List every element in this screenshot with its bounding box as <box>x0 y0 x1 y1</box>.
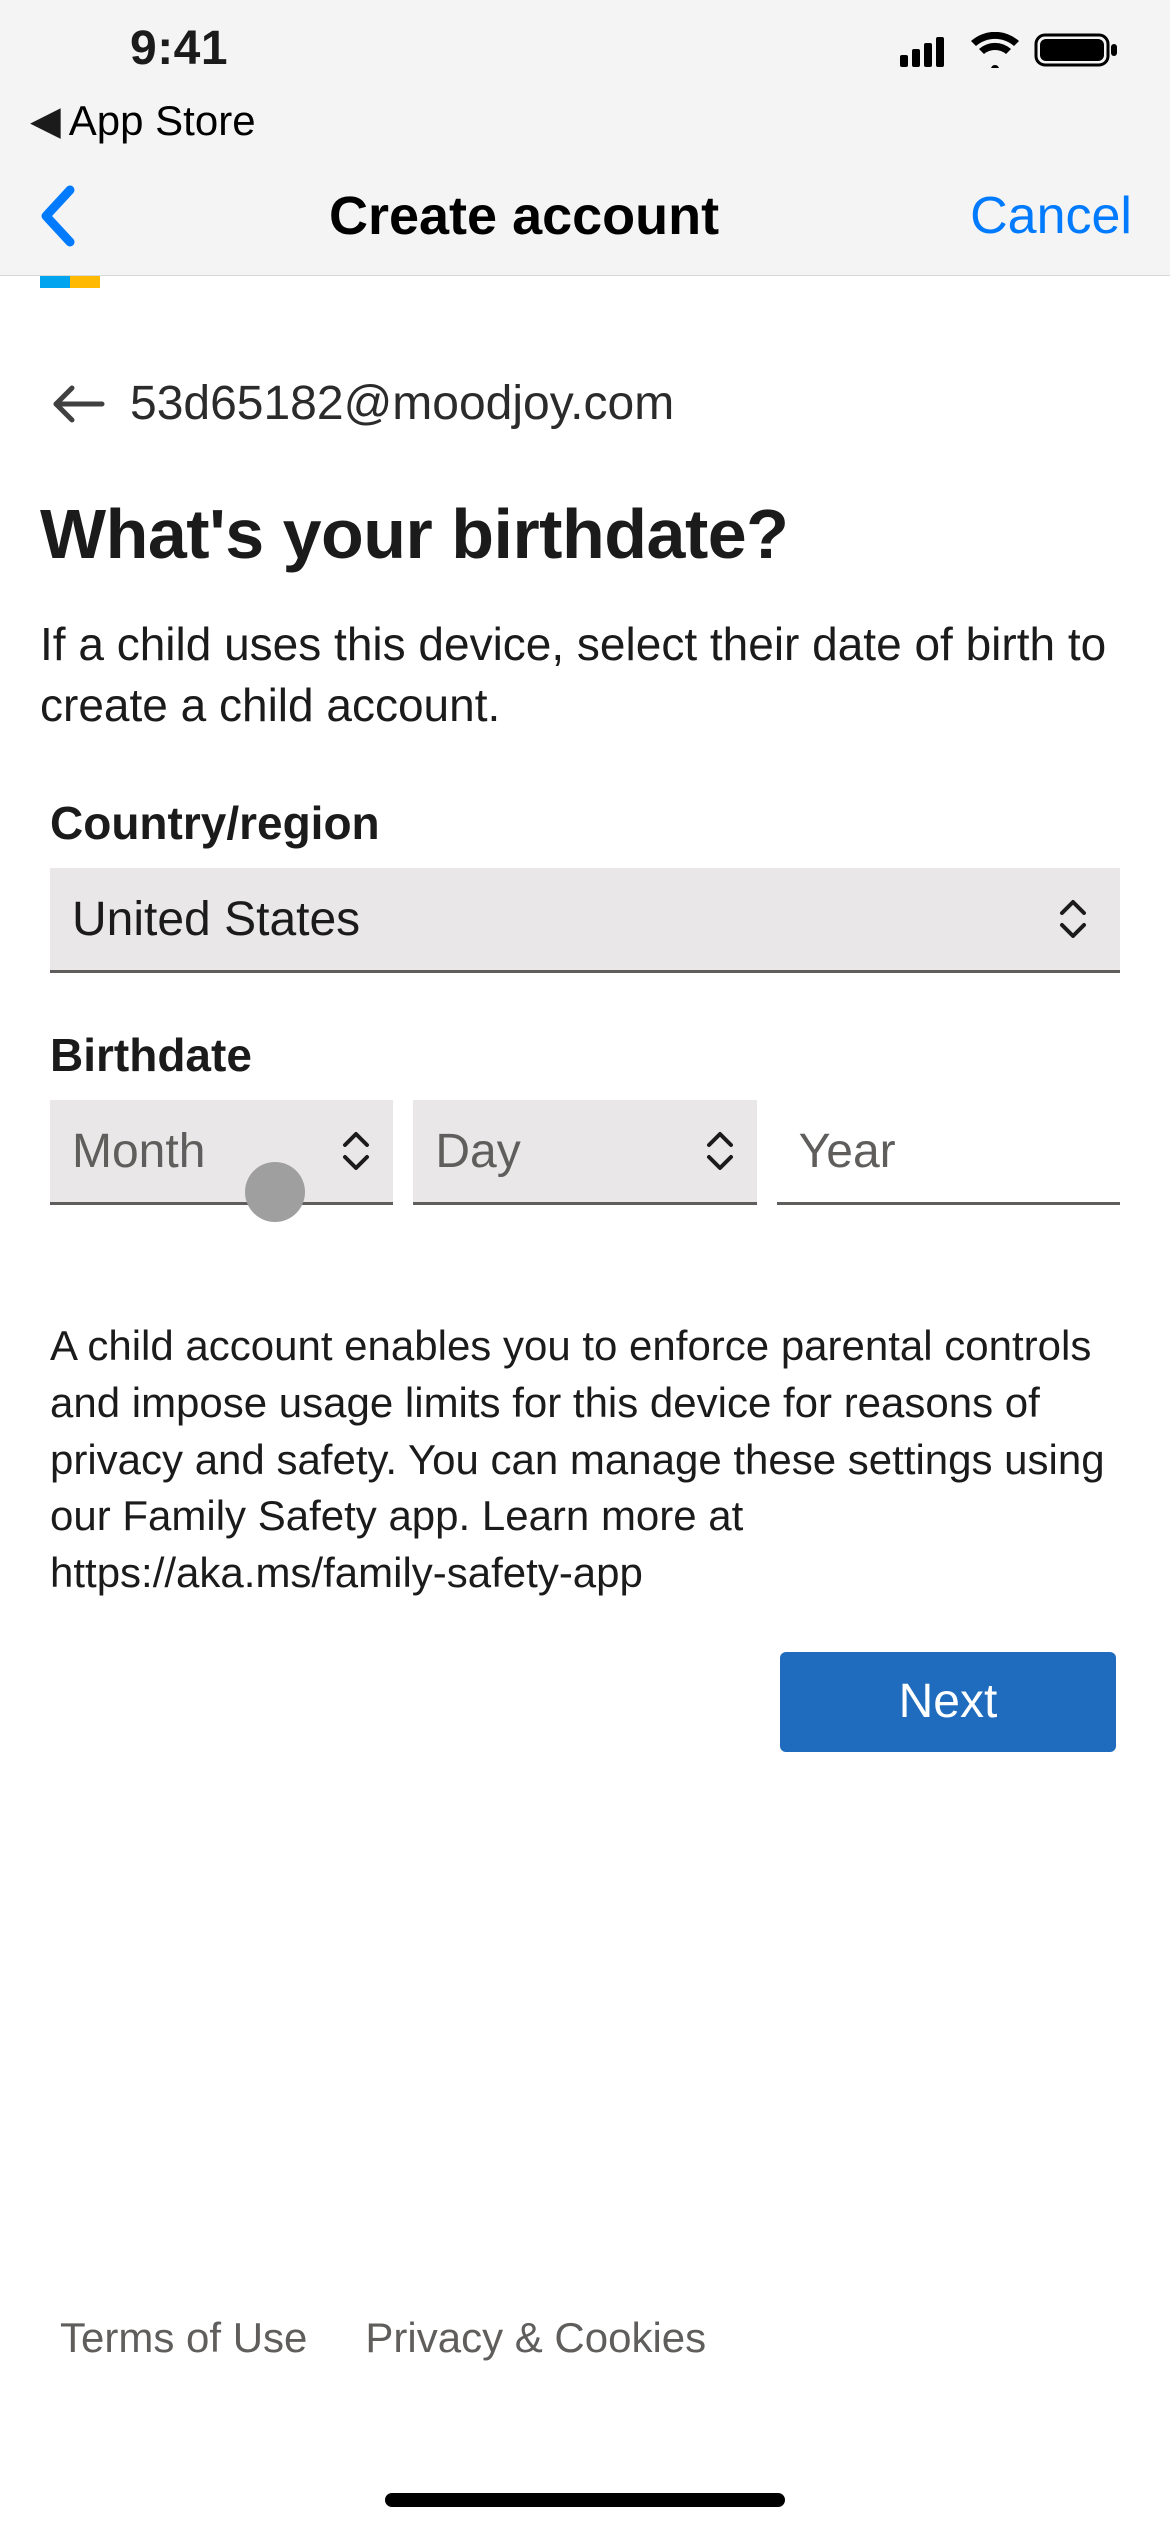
nav-back-button[interactable] <box>38 184 78 248</box>
birthdate-label: Birthdate <box>50 1028 1120 1100</box>
touch-indicator <box>245 1162 305 1222</box>
privacy-link[interactable]: Privacy & Cookies <box>365 2314 706 2362</box>
page-heading: What's your birthdate? <box>40 476 1130 614</box>
status-icons <box>900 31 1120 74</box>
country-region-group: Country/region United States <box>40 796 1130 1028</box>
arrow-left-icon <box>50 384 106 424</box>
country-label: Country/region <box>50 796 1120 868</box>
terms-link[interactable]: Terms of Use <box>60 2314 307 2362</box>
year-input[interactable]: Year <box>777 1100 1120 1205</box>
child-account-description: A child account enables you to enforce p… <box>40 1260 1130 1601</box>
status-time: 9:41 <box>130 21 228 76</box>
birthdate-group: Birthdate Month Day <box>40 1028 1130 1260</box>
month-placeholder: Month <box>72 1124 205 1179</box>
day-placeholder: Day <box>435 1124 520 1179</box>
updown-icon <box>339 1129 373 1173</box>
account-email: 53d65182@moodjoy.com <box>130 376 674 431</box>
footer-links: Terms of Use Privacy & Cookies <box>60 2314 706 2362</box>
back-app-label: App Store <box>69 97 256 145</box>
email-back-row[interactable]: 53d65182@moodjoy.com <box>40 288 1130 476</box>
country-select[interactable]: United States <box>50 868 1120 973</box>
wifi-icon <box>970 32 1020 73</box>
battery-icon <box>1034 31 1120 74</box>
back-to-app-store[interactable]: ◀ App Store <box>0 96 1170 156</box>
next-button[interactable]: Next <box>780 1652 1116 1752</box>
year-placeholder: Year <box>799 1124 896 1179</box>
chevron-left-icon <box>38 184 78 248</box>
month-select[interactable]: Month <box>50 1100 393 1205</box>
updown-icon <box>703 1129 737 1173</box>
brand-strip <box>0 276 1170 288</box>
back-triangle-icon: ◀ <box>30 101 61 141</box>
navigation-bar: Create account Cancel <box>0 156 1170 276</box>
day-select[interactable]: Day <box>413 1100 756 1205</box>
cellular-icon <box>900 33 956 72</box>
nav-title: Create account <box>329 185 719 247</box>
country-value: United States <box>72 892 360 947</box>
cancel-button[interactable]: Cancel <box>970 186 1132 246</box>
updown-icon <box>1056 897 1090 941</box>
home-indicator[interactable] <box>385 2493 785 2507</box>
page-subtext: If a child uses this device, select thei… <box>40 614 1130 796</box>
status-bar: 9:41 <box>0 0 1170 96</box>
